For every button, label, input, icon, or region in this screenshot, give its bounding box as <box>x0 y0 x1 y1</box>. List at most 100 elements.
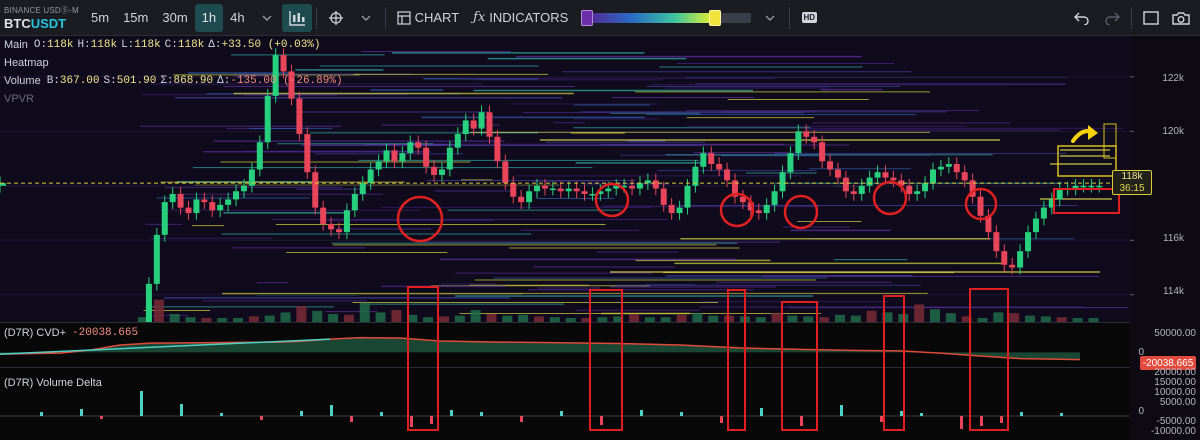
candle-type-icon[interactable] <box>281 3 312 32</box>
timeframe-5m[interactable]: 5m <box>84 4 116 32</box>
camera-icon[interactable] <box>1166 4 1196 32</box>
chart-settings-button[interactable]: CHART <box>390 4 467 32</box>
candle-body <box>1096 185 1103 188</box>
ohlc-open-key: O: <box>33 39 48 51</box>
toolbar-divider <box>384 6 386 29</box>
vd-bar <box>680 412 683 416</box>
candle-body <box>510 183 517 197</box>
volume-bar <box>391 310 402 322</box>
function-icon: ƒx <box>473 10 486 25</box>
volume-bar <box>597 317 608 322</box>
candle-body <box>906 185 913 194</box>
volume-delta-legend[interactable]: (D7R) Volume Delta <box>0 374 102 392</box>
vd-bar <box>430 416 433 424</box>
volume-bar <box>708 315 719 322</box>
volume-bar <box>1056 317 1067 322</box>
candle-body <box>454 134 461 148</box>
volume-bar <box>787 315 798 322</box>
candle-body <box>336 229 342 233</box>
ohlc-high-key: H: <box>77 39 91 51</box>
heatmap-range-min-handle[interactable] <box>581 9 594 26</box>
candle-body <box>423 147 430 167</box>
volume-total: 868.90 <box>173 75 214 87</box>
volume-bar <box>945 313 956 322</box>
crosshair-icon[interactable] <box>321 4 351 32</box>
candle-body <box>185 207 192 214</box>
price-tick-116k: 116k <box>1163 233 1184 244</box>
volume-bar <box>502 315 513 322</box>
candle-body <box>589 193 596 196</box>
vd-bar <box>800 416 803 426</box>
candle-body <box>930 169 936 184</box>
hd-toggle[interactable]: HD <box>794 4 824 32</box>
candle-body <box>858 185 865 194</box>
vpvr-legend[interactable]: VPVR <box>0 90 40 108</box>
volume-legend[interactable]: Volume B: 367.00 S: 501.90 Σ: 868.90 Δ: -135… <box>0 72 343 90</box>
candle-body <box>526 191 533 203</box>
candle-body <box>518 196 525 203</box>
vd-bar <box>380 412 383 416</box>
candle-body <box>763 204 770 214</box>
slider-dropdown-icon[interactable] <box>755 4 785 32</box>
redo-icon[interactable] <box>1097 4 1127 32</box>
candle-body <box>874 172 881 178</box>
candle-body <box>819 142 826 162</box>
heatmap-legend[interactable]: Heatmap <box>0 54 55 72</box>
indicators-button[interactable]: ƒx INDICATORS <box>466 4 575 32</box>
volume-sell-key: S: <box>103 75 117 87</box>
symbol-selector[interactable]: BINANCE USDⓈ-M BTCUSDT <box>0 5 84 31</box>
volume-buy: 367.00 <box>59 75 100 87</box>
timeframe-4h[interactable]: 4h <box>223 4 251 32</box>
timeframe-30m[interactable]: 30m <box>155 4 194 32</box>
candle-body <box>494 136 501 162</box>
candle-body <box>407 142 414 154</box>
candle-body <box>541 185 548 189</box>
volume-bar <box>534 316 544 322</box>
volume-bar <box>1088 318 1099 322</box>
price-chart[interactable] <box>0 36 1200 440</box>
candle-body <box>486 112 493 137</box>
volume-bar <box>1072 318 1083 322</box>
volume-bar <box>1025 315 1036 322</box>
timeframe-dropdown-icon[interactable] <box>252 4 282 32</box>
candle-body <box>882 172 889 178</box>
volume-total-key: Σ: <box>160 75 174 87</box>
volume-bar <box>755 317 766 322</box>
candle-body <box>716 164 723 170</box>
cvd-legend[interactable]: (D7R) CVD+ -20038.665 <box>0 324 138 342</box>
candle-body <box>779 172 786 192</box>
ohlc-close-key: C: <box>164 39 178 51</box>
volume-bar <box>233 318 244 322</box>
volume-bar <box>692 313 703 322</box>
current-price-value: 118k <box>1121 171 1143 182</box>
heatmap-range-max-handle[interactable] <box>709 9 722 26</box>
candle-body <box>343 210 350 233</box>
volume-bar <box>565 318 576 322</box>
candle-body <box>367 169 374 184</box>
timeframe-15m[interactable]: 15m <box>116 4 155 32</box>
vd-bar <box>220 413 223 416</box>
volume-bar <box>359 302 370 322</box>
indicators-button-label: INDICATORS <box>489 10 569 25</box>
candle-body <box>359 183 366 194</box>
ohlc-high: 118k <box>90 39 118 51</box>
ohlc-low: 118k <box>134 39 161 51</box>
candle-body <box>549 188 556 191</box>
volume-bar <box>819 317 830 322</box>
fullscreen-icon[interactable] <box>1136 4 1166 32</box>
panel-divider <box>0 367 1130 368</box>
vd-bar <box>720 416 723 423</box>
volume-bar <box>660 317 671 322</box>
candle-body <box>755 210 762 214</box>
undo-icon[interactable] <box>1067 4 1097 32</box>
candle-body <box>502 161 509 184</box>
vd-bar <box>1060 413 1063 416</box>
crosshair-dropdown-icon[interactable] <box>351 4 381 32</box>
candle-body <box>581 191 588 194</box>
candle-body <box>629 185 636 189</box>
timeframe-1h[interactable]: 1h <box>194 3 224 32</box>
vd-bar <box>450 410 453 416</box>
candle-body <box>795 131 802 154</box>
candle-body <box>478 112 485 129</box>
heatmap-range-slider[interactable] <box>581 4 752 32</box>
